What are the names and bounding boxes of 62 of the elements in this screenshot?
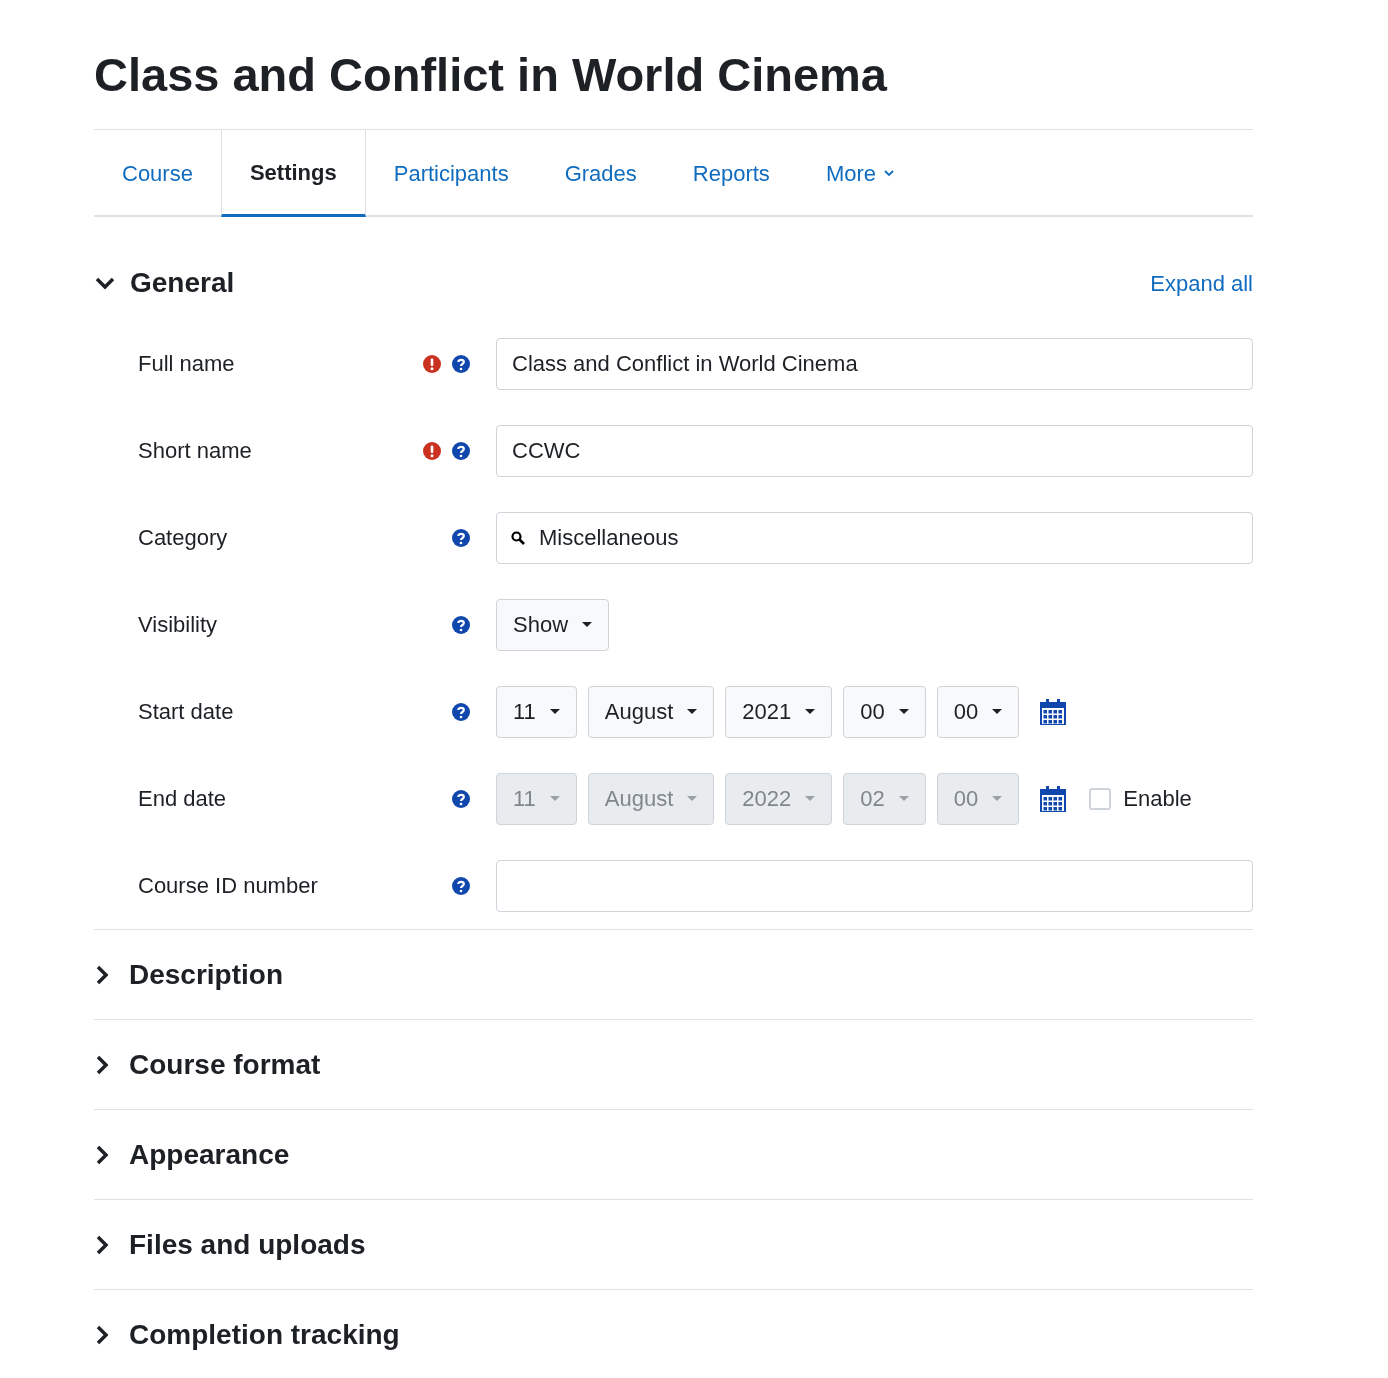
- input-field[interactable]: Class and Conflict in World Cinema: [496, 337, 1253, 390]
- help-icon: [452, 876, 470, 895]
- caret-icon: [805, 709, 816, 714]
- chevron-right-icon: [94, 1053, 110, 1076]
- input-field[interactable]: [496, 859, 1253, 912]
- page-title: Class and Conflict in World Cinema: [94, 45, 1253, 130]
- help-icon: [452, 528, 470, 547]
- tab[interactable]: Reports: [664, 130, 798, 217]
- section-toggle[interactable]: Description: [94, 953, 284, 996]
- caret-icon: [687, 796, 698, 801]
- caret-icon: [549, 709, 560, 714]
- help-icon: [452, 441, 470, 460]
- caret-icon: [805, 796, 816, 801]
- section-toggle[interactable]: Course format: [94, 1043, 321, 1086]
- required-icon: [423, 354, 441, 373]
- caret-icon: [992, 796, 1003, 801]
- select-field[interactable]: Show: [496, 598, 610, 651]
- select-field[interactable]: August: [587, 685, 715, 738]
- caret-icon: [549, 796, 560, 801]
- field-label: Category: [137, 524, 229, 552]
- chevron-right-icon: [94, 1143, 110, 1166]
- section-toggle[interactable]: Files and uploads: [94, 1223, 366, 1266]
- chevron-right-icon: [94, 1324, 110, 1346]
- autocomplete-field[interactable]: Miscellaneous: [496, 511, 1253, 564]
- caret-icon: [898, 709, 909, 714]
- input-field[interactable]: CCWC: [496, 424, 1253, 477]
- help-icon: [452, 702, 470, 721]
- caret-icon: [898, 796, 909, 801]
- required-icon: [423, 441, 441, 460]
- caret-icon: [992, 709, 1003, 714]
- chevron-down-icon: [94, 275, 116, 291]
- field-label: Visibility: [137, 611, 219, 639]
- help-icon: [452, 354, 470, 373]
- select-field[interactable]: 00: [843, 685, 926, 738]
- select-field[interactable]: 00: [936, 685, 1020, 738]
- select-field[interactable]: 11: [496, 685, 577, 738]
- select-field[interactable]: 2021: [725, 685, 833, 738]
- tab[interactable]: Participants: [365, 130, 537, 217]
- field-label: Course ID number: [137, 872, 319, 900]
- tab[interactable]: More: [797, 130, 922, 217]
- tab[interactable]: Grades: [536, 130, 665, 217]
- section-toggle[interactable]: Completion tracking: [94, 1314, 400, 1356]
- help-icon: [452, 615, 470, 634]
- caret-icon: [687, 709, 698, 714]
- field-label: End date: [137, 785, 228, 813]
- field-label: Start date: [137, 698, 235, 726]
- search-icon: [511, 530, 525, 545]
- section-toggle[interactable]: General: [94, 262, 235, 304]
- calendar-icon: [1040, 785, 1067, 812]
- field-label: Full name: [137, 350, 236, 378]
- help-icon: [452, 789, 470, 808]
- tab[interactable]: Course: [94, 130, 221, 217]
- section-toggle[interactable]: Appearance: [94, 1133, 290, 1176]
- chevron-right-icon: [94, 1233, 110, 1256]
- caret-icon: [582, 622, 593, 627]
- chevron-down-icon: [884, 170, 894, 177]
- expand-all-link[interactable]: Expand all: [1150, 266, 1253, 300]
- calendar-icon: [1040, 698, 1067, 725]
- field-label: Short name: [137, 437, 253, 465]
- tab[interactable]: Settings: [220, 130, 366, 217]
- field-value: Miscellaneous: [539, 524, 679, 552]
- chevron-right-icon: [94, 963, 110, 986]
